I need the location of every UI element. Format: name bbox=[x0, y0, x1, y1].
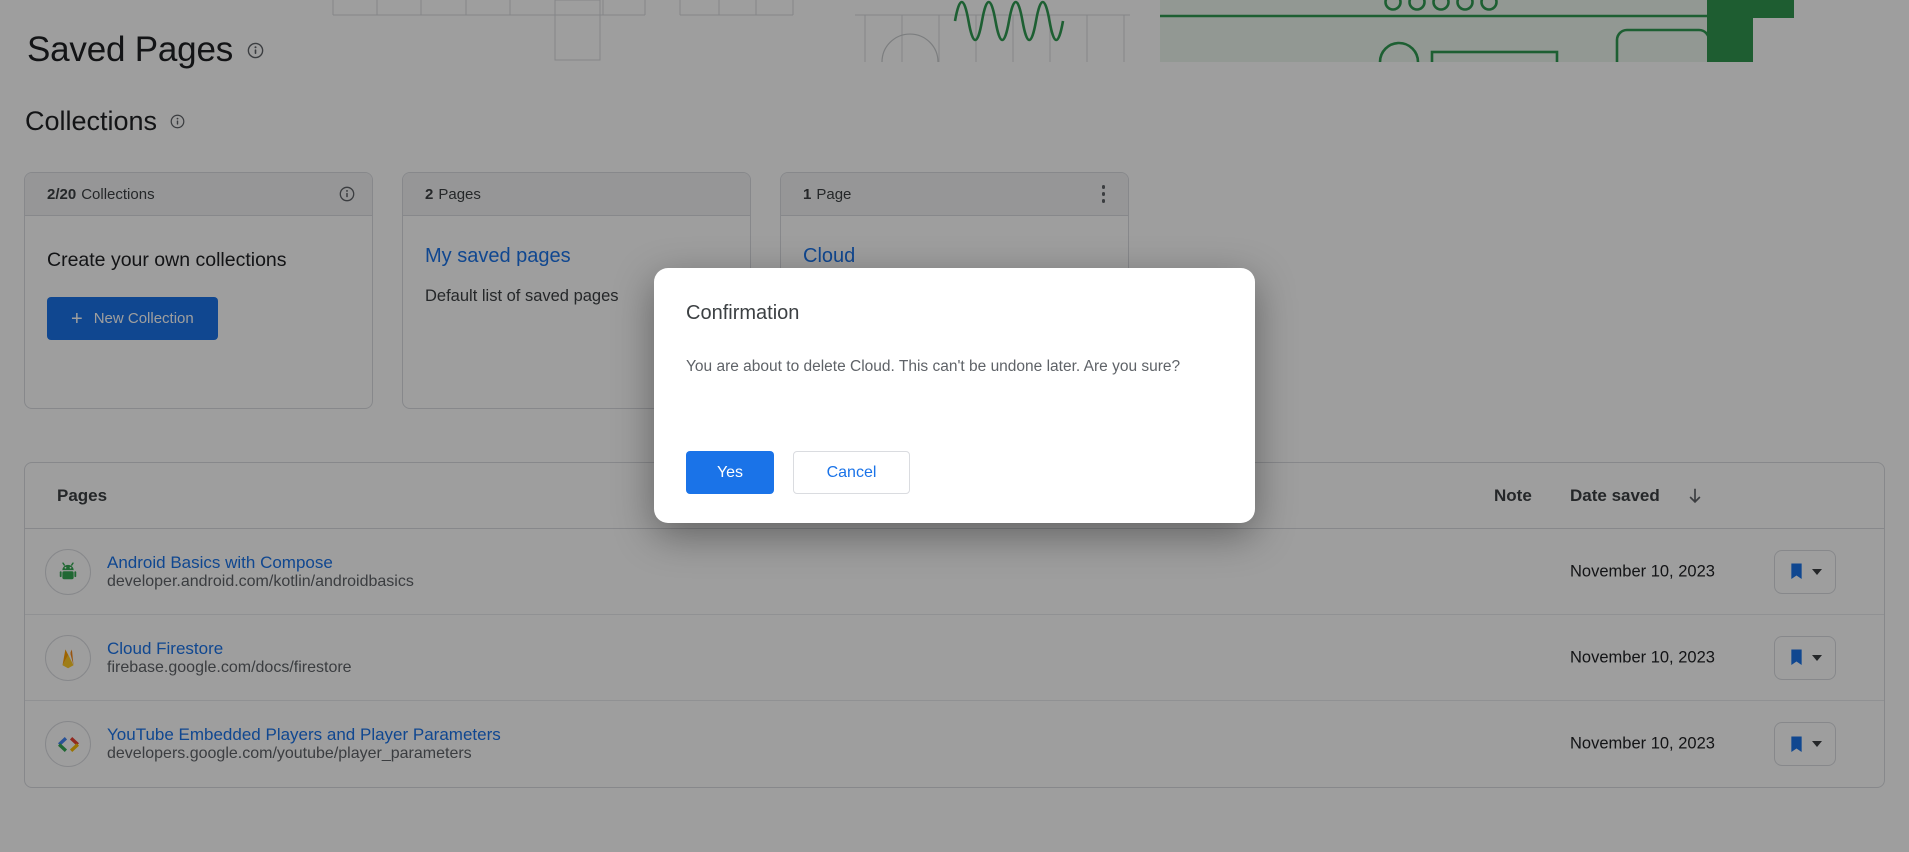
confirmation-dialog: Confirmation You are about to delete Clo… bbox=[654, 268, 1255, 523]
dialog-title: Confirmation bbox=[686, 302, 799, 325]
cancel-button[interactable]: Cancel bbox=[793, 451, 910, 494]
dialog-message: You are about to delete Cloud. This can'… bbox=[686, 354, 1206, 379]
saved-pages-screen: Saved Pages Collections 2/20Collections … bbox=[0, 0, 1909, 852]
yes-button[interactable]: Yes bbox=[686, 451, 774, 494]
